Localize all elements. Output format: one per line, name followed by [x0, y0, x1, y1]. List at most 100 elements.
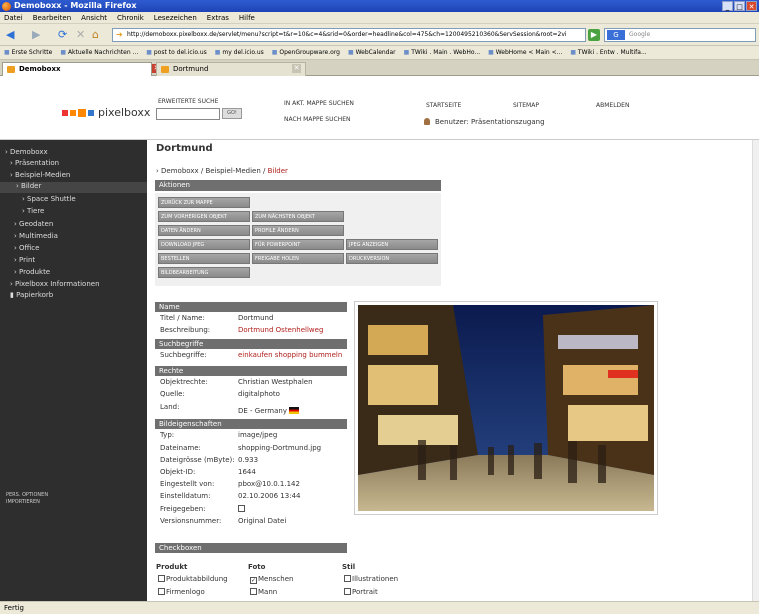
sidebar-item-produkte[interactable]: › Produkte [14, 268, 50, 276]
sidebar-item-pixelboxx-info[interactable]: › Pixelboxx Informationen [10, 280, 100, 288]
startseite-link[interactable]: STARTSEITE [426, 102, 461, 109]
breadcrumb-beispiel[interactable]: Beispiel-Medien / [205, 167, 267, 175]
sidebar-item-papierkorb[interactable]: ▮ Papierkorb [10, 291, 53, 299]
meta-label: Beschreibung: [160, 326, 211, 334]
menu-extras[interactable]: Extras [207, 12, 229, 23]
bookmark-item[interactable]: Aktuelle Nachrichten ... [60, 46, 138, 59]
bookmark-item[interactable]: TWiki . Entw . Multifa... [570, 46, 647, 59]
sidebar-item-praesentation[interactable]: › Präsentation [10, 159, 59, 167]
meta-label: Titel / Name: [160, 314, 205, 322]
bookmark-item[interactable]: OpenGroupware.org [272, 46, 340, 59]
bookmark-item[interactable]: WebHome < Main <... [488, 46, 563, 59]
menu-lesezeichen[interactable]: Lesezeichen [154, 12, 197, 23]
bookmark-item[interactable]: TWiki . Main . WebHo... [404, 46, 480, 59]
checkbox-portrait[interactable]: Portrait [344, 588, 378, 596]
minimize-icon[interactable]: _ [722, 1, 733, 11]
tab-dortmund[interactable]: Dortmund ✕ [156, 62, 306, 76]
sidebar-item-demoboxx[interactable]: › Demoboxx [5, 148, 48, 156]
sidebar-item-bilder[interactable]: › Bilder [0, 182, 147, 193]
print-version-button[interactable]: DRUCKVERSION [346, 253, 438, 264]
for-powerpoint-button[interactable]: FÜR POWERPOINT [252, 239, 344, 250]
forward-arrow-icon[interactable]: ▶ [32, 28, 40, 42]
released-checkbox[interactable] [238, 505, 245, 512]
sidebar-item-geodaten[interactable]: › Geodaten [14, 220, 53, 228]
abmelden-link[interactable]: ABMELDEN [596, 102, 629, 109]
status-text: Fertig [4, 604, 24, 612]
edit-data-button[interactable]: DATEN ÄNDERN [158, 225, 250, 236]
meta-label: Land: [160, 403, 180, 411]
breadcrumb-demoboxx[interactable]: › Demoboxx / [156, 167, 205, 175]
sidebar-item-beispiel-medien[interactable]: › Beispiel-Medien [10, 171, 70, 179]
menu-datei[interactable]: Datei [4, 12, 23, 23]
checkbox-produktabbildung[interactable]: Produktabbildung [158, 575, 228, 583]
maximize-icon[interactable]: □ [734, 1, 745, 11]
image-preview[interactable] [358, 305, 654, 511]
menu-hilfe[interactable]: Hilfe [239, 12, 255, 23]
sidebar-item-space-shuttle[interactable]: › Space Shuttle [22, 195, 76, 203]
sidebar-item-print[interactable]: › Print [14, 256, 35, 264]
edit-profiles-button[interactable]: PROFILE ÄNDERN [252, 225, 344, 236]
meta-value: image/jpeg [238, 431, 278, 439]
sitemap-link[interactable]: SITEMAP [513, 102, 539, 109]
image-edit-button[interactable]: BILDBEARBEITUNG [158, 267, 250, 278]
checkbox-box[interactable] [344, 575, 351, 582]
checkbox-label: Firmenlogo [166, 588, 205, 596]
advanced-search-label[interactable]: ERWEITERTE SUCHE [158, 98, 218, 105]
sidebar-footer-links[interactable]: PERS. OPTIONEN IMPORTIEREN [6, 492, 48, 506]
checkbox-mann[interactable]: Mann [250, 588, 277, 596]
get-release-button[interactable]: FREIGABE HOLEN [252, 253, 344, 264]
tab-demoboxx[interactable]: Demoboxx ✕ [2, 62, 161, 76]
search-in-folder-link[interactable]: IN AKT. MAPPE SUCHEN [284, 100, 354, 107]
window-controls: _ □ ✕ [722, 1, 757, 11]
pixelboxx-logo[interactable]: pixelboxx [62, 106, 150, 119]
sidebar: › Demoboxx › Präsentation › Beispiel-Med… [0, 140, 147, 601]
search-placeholder: Google [629, 31, 651, 38]
meta-value: 1644 [238, 468, 256, 476]
bookmark-item[interactable]: my del.icio.us [215, 46, 263, 59]
back-to-folder-button[interactable]: ZURÜCK ZUR MAPPE [158, 197, 250, 208]
reload-icon[interactable]: ⟳ [58, 28, 67, 42]
stop-icon[interactable]: ✕ [76, 28, 85, 42]
order-button[interactable]: BESTELLEN [158, 253, 250, 264]
bookmark-item[interactable]: WebCalendar [348, 46, 396, 59]
meta-value: 02.10.2006 13:44 [238, 492, 301, 500]
show-jpeg-button[interactable]: JPEG ANZEIGEN [346, 239, 438, 250]
go-button[interactable]: GO! [222, 108, 242, 119]
sidebar-item-office[interactable]: › Office [14, 244, 39, 252]
page-scrollbar[interactable] [752, 140, 759, 601]
menu-chronik[interactable]: Chronik [117, 12, 144, 23]
import-link[interactable]: IMPORTIEREN [6, 499, 48, 506]
search-folder-link[interactable]: NACH MAPPE SUCHEN [284, 116, 351, 123]
checkbox-box[interactable] [250, 588, 257, 595]
url-bar[interactable]: ➜ http://demoboxx.pixelboxx.de/servlet/m… [112, 28, 586, 42]
tab-close-icon[interactable]: ✕ [292, 64, 301, 73]
download-jpeg-button[interactable]: DOWNLOAD JPEG [158, 239, 250, 250]
checkbox-box[interactable] [158, 575, 165, 582]
meta-label: Dateiname: [160, 444, 201, 452]
bookmark-item[interactable]: post to del.icio.us [146, 46, 207, 59]
home-icon[interactable]: ⌂ [92, 28, 99, 42]
menu-ansicht[interactable]: Ansicht [81, 12, 107, 23]
checkbox-box[interactable] [344, 588, 351, 595]
checkbox-menschen[interactable]: ✓ Menschen [250, 575, 293, 584]
back-arrow-icon[interactable]: ◀ [6, 28, 14, 42]
checkbox-firmenlogo[interactable]: Firmenlogo [158, 588, 205, 596]
bookmark-item[interactable]: Erste Schritte [4, 46, 53, 59]
close-window-icon[interactable]: ✕ [746, 1, 757, 11]
checkbox-illustrationen[interactable]: Illustrationen [344, 575, 398, 583]
checkbox-box[interactable] [158, 588, 165, 595]
meta-label: Einstelldatum: [160, 492, 211, 500]
breadcrumb-current[interactable]: Bilder [268, 167, 288, 175]
sidebar-item-tiere[interactable]: › Tiere [22, 207, 44, 215]
search-engine-box[interactable]: G Google [604, 28, 756, 42]
personal-options-link[interactable]: PERS. OPTIONEN [6, 492, 48, 499]
meta-label: Typ: [160, 431, 175, 439]
actions-panel: ZURÜCK ZUR MAPPE ZUM VORHERIGEN OBJEKT Z… [155, 193, 441, 286]
next-object-button[interactable]: ZUM NÄCHSTEN OBJEKT [252, 211, 344, 222]
search-input[interactable] [156, 108, 220, 120]
checkbox-box-checked[interactable]: ✓ [250, 577, 257, 584]
menu-bearbeiten[interactable]: Bearbeiten [33, 12, 71, 23]
sidebar-item-multimedia[interactable]: › Multimedia [14, 232, 58, 240]
go-arrow-icon[interactable]: ▶ [588, 29, 600, 41]
prev-object-button[interactable]: ZUM VORHERIGEN OBJEKT [158, 211, 250, 222]
